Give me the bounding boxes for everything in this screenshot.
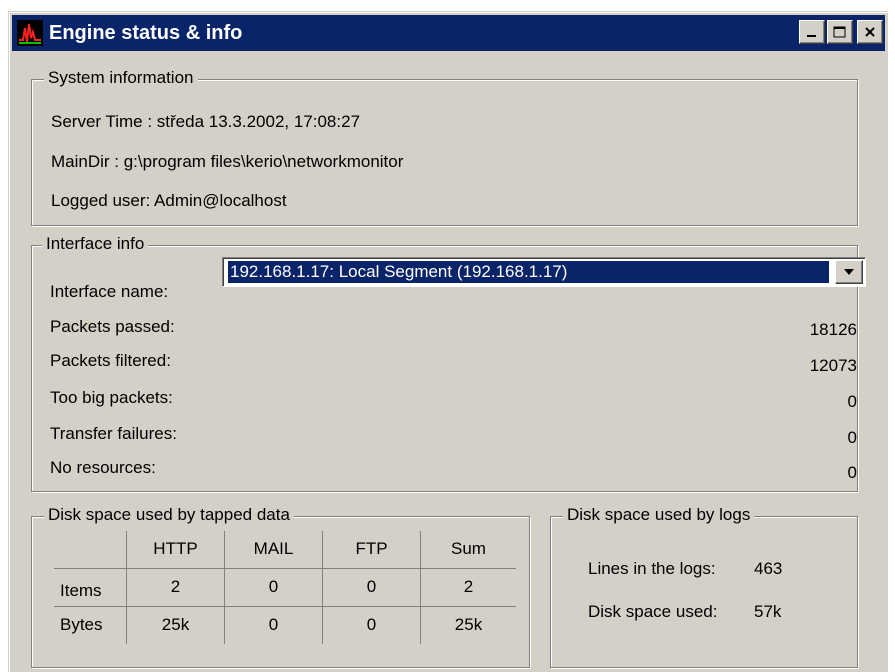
transfer-failures-label: Transfer failures: [50, 424, 177, 443]
server-time-text: Server Time : středa 13.3.2002, 17:08:27 [51, 112, 361, 131]
bytes-mail-cell: 0 [224, 606, 323, 644]
minimize-button[interactable] [799, 20, 825, 44]
packets-passed-label: Packets passed: [50, 317, 175, 336]
row-header-bytes: Bytes [54, 606, 127, 644]
close-icon [865, 27, 875, 37]
too-big-packets-label: Too big packets: [50, 388, 173, 407]
items-http-cell: 2 [126, 568, 225, 607]
interface-name-label: Interface name: [50, 282, 169, 301]
bytes-ftp-cell: 0 [322, 606, 421, 644]
interface-info-legend: Interface info [42, 234, 149, 254]
maximize-icon [833, 26, 846, 37]
chevron-down-icon [844, 269, 854, 275]
items-ftp-cell: 0 [322, 568, 421, 607]
items-mail-cell: 0 [224, 568, 323, 607]
logs-legend: Disk space used by logs [563, 505, 755, 525]
lines-in-logs-value: 463 [754, 559, 783, 578]
column-header-http: HTTP [126, 531, 225, 569]
bytes-http-cell: 25k [126, 606, 225, 644]
packets-filtered-label: Packets filtered: [50, 351, 171, 370]
disk-space-used-value: 57k [754, 602, 782, 621]
interface-dropdown-button[interactable] [835, 260, 863, 284]
table-row: Bytes 25k 0 0 25k [54, 606, 516, 644]
disk-space-used-label: Disk space used: [588, 602, 718, 621]
bytes-sum-cell: 25k [454, 615, 483, 635]
table-corner [54, 531, 127, 569]
close-button[interactable] [857, 20, 883, 44]
no-resources-label: No resources: [50, 458, 156, 477]
no-resources-value: 0 [847, 463, 857, 482]
maximize-button[interactable] [827, 20, 853, 44]
table-row: Items 2 0 0 2 [54, 568, 516, 607]
title-bar[interactable]: Engine status & info [12, 15, 885, 51]
logs-group: Disk space used by logs [550, 505, 858, 668]
row-header-items: Items [54, 568, 127, 607]
packets-passed-value: 18126 [809, 320, 857, 339]
column-header-sum: Sum [420, 531, 516, 569]
lines-in-logs-label: Lines in the logs: [588, 559, 716, 578]
minimize-icon [807, 35, 816, 37]
tapped-data-header-row: HTTP MAIL FTP Sum [54, 531, 516, 569]
items-sum-cell: 2 [420, 568, 516, 607]
main-dir-text: MainDir : g:\program files\kerio\network… [51, 152, 404, 171]
window-title: Engine status & info [49, 21, 243, 44]
tapped-data-table: HTTP MAIL FTP Sum Items 2 0 0 2 Bytes 25… [54, 531, 516, 644]
tapped-data-legend: Disk space used by tapped data [44, 505, 294, 525]
column-header-mail: MAIL [224, 531, 323, 569]
transfer-failures-value: 0 [847, 428, 857, 447]
too-big-packets-value: 0 [847, 392, 857, 411]
column-header-ftp: FTP [322, 531, 421, 569]
app-graph-icon [17, 20, 43, 46]
interface-select[interactable]: 192.168.1.17: Local Segment (192.168.1.1… [222, 257, 866, 287]
interface-select-value: 192.168.1.17: Local Segment (192.168.1.1… [227, 260, 830, 284]
logged-user-text: Logged user: Admin@localhost [51, 191, 287, 210]
system-info-legend: System information [44, 68, 198, 88]
packets-filtered-value: 12073 [809, 356, 857, 375]
